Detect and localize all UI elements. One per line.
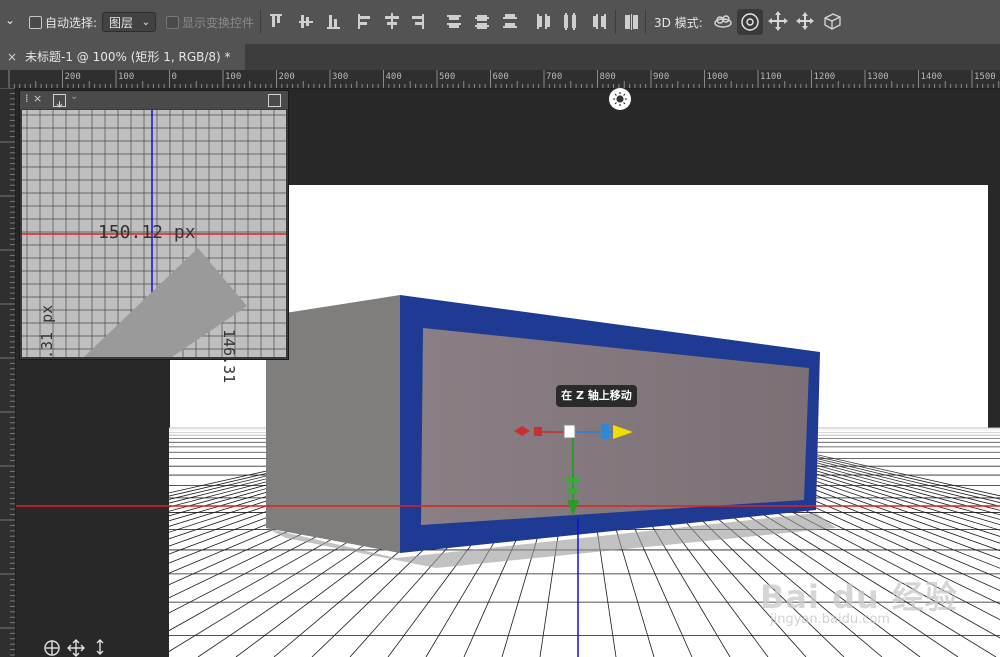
document-tab[interactable]: × 未标题-1 @ 100% (矩形 1, RGB/8) * <box>0 44 245 70</box>
horizontal-ruler[interactable]: 200 100 0 100 200 300 400 500 600 700 800 900 1000 11… <box>0 70 1000 89</box>
ruler-label: 600 <box>492 72 509 82</box>
watermark-url: jingyan.baidu.com <box>770 612 890 627</box>
x-axis-scale-handle[interactable] <box>534 427 542 436</box>
auto-select-value: 图层 <box>109 16 134 30</box>
swap-view-icon[interactable] <box>268 94 281 107</box>
sun-icon <box>613 92 627 106</box>
view-select-icon[interactable] <box>53 94 66 108</box>
panel-close-icon[interactable]: × <box>33 92 42 105</box>
ruler-label: 900 <box>653 72 670 82</box>
auto-select-dropdown[interactable]: 图层 ⌄ <box>102 12 156 32</box>
align-vcenter-icon <box>299 15 313 28</box>
distribute-top-icon <box>447 15 461 28</box>
tab-close-icon[interactable]: × <box>7 44 17 70</box>
align-left-icon <box>358 14 370 29</box>
drag-3d-icon[interactable] <box>767 10 789 32</box>
width-readout: 150.12 px <box>98 222 196 243</box>
roll-3d-icon <box>741 13 759 31</box>
ruler-label: 1500 <box>974 72 996 82</box>
3d-nav-icons <box>44 639 104 657</box>
3d-light-widget[interactable] <box>609 88 631 110</box>
distribute-hcenter-icon <box>564 13 576 30</box>
ruler-label: 1300 <box>867 72 889 82</box>
ruler-label: 200 <box>278 72 295 82</box>
ruler-label: 100 <box>118 72 135 82</box>
auto-select-checkbox[interactable] <box>29 16 42 29</box>
view-dropdown-chevron-icon[interactable]: ⌄ <box>70 91 78 102</box>
y-axis-scale-handle[interactable] <box>568 488 578 494</box>
z-axis-scale-handle[interactable] <box>601 424 609 439</box>
align-bottom-icon <box>327 15 340 29</box>
ruler-label: 100 <box>225 72 242 82</box>
ruler-label: 500 <box>439 72 456 82</box>
orbit-icon <box>44 640 60 656</box>
align-distribute-icons <box>270 13 606 30</box>
align-hcenter-icon <box>385 13 399 29</box>
pan-icon <box>67 639 85 657</box>
distribute-right-icon <box>593 14 606 29</box>
tooltip: 在 Z 轴上移动 <box>556 385 637 407</box>
distribute-bottom-icon <box>503 14 517 28</box>
axis-center-cube[interactable] <box>563 424 576 439</box>
ruler-label: 200 <box>64 72 81 82</box>
tool-preset-chevron-icon[interactable]: ⌄ <box>5 13 15 27</box>
mode-3d-label: 3D 模式: <box>654 16 703 30</box>
ruler-label: 700 <box>546 72 563 82</box>
ruler-label: 300 <box>332 72 349 82</box>
left-readout: .31 px <box>38 304 56 359</box>
show-transform-label: 显示变换控件 <box>182 16 255 30</box>
dolly-icon <box>96 639 104 655</box>
chevron-down-icon: ⌄ <box>141 17 150 28</box>
scale-3d-icon[interactable] <box>821 10 843 32</box>
distribute-spacing-icon[interactable] <box>623 13 641 31</box>
ruler-label: 1200 <box>813 72 836 82</box>
ruler-label: 400 <box>385 72 402 82</box>
align-top-icon <box>270 14 282 27</box>
ruler-label: 1400 <box>920 72 943 82</box>
secondary-view-panel[interactable]: ⁞ × ⌄ 150.12 px 146.31 .31 px <box>19 90 289 383</box>
align-right-icon <box>412 14 424 29</box>
vertical-ruler-ticks <box>0 88 15 656</box>
ruler-label: 1100 <box>760 72 782 82</box>
height-readout: 146.31 <box>220 329 238 384</box>
ruler-label: 1000 <box>706 72 729 82</box>
vertical-ruler[interactable] <box>0 88 16 657</box>
options-bar: ⌄ 自动选择: 图层 ⌄ 显示变换控件 3D 模式: <box>0 0 1000 45</box>
panel-grip-icon[interactable]: ⁞ <box>25 92 29 105</box>
ruler-label: 800 <box>599 72 616 82</box>
document-tab-title: 未标题-1 @ 100% (矩形 1, RGB/8) * <box>25 50 231 64</box>
show-transform-checkbox[interactable] <box>166 16 179 29</box>
panel-header: ⁞ × ⌄ <box>20 91 288 109</box>
roll-3d-button[interactable] <box>737 9 763 35</box>
ruler-label: 0 <box>171 72 177 82</box>
slide-3d-icon[interactable] <box>794 10 816 32</box>
y-axis-rotate-handle[interactable] <box>566 478 580 483</box>
distribute-vcenter-icon <box>475 15 489 29</box>
divider <box>615 10 616 34</box>
divider <box>645 10 646 34</box>
orbit-3d-camera-icon[interactable] <box>712 10 734 32</box>
auto-select-label: 自动选择: <box>45 16 98 30</box>
distribute-left-icon <box>537 14 550 29</box>
divider <box>260 10 261 34</box>
